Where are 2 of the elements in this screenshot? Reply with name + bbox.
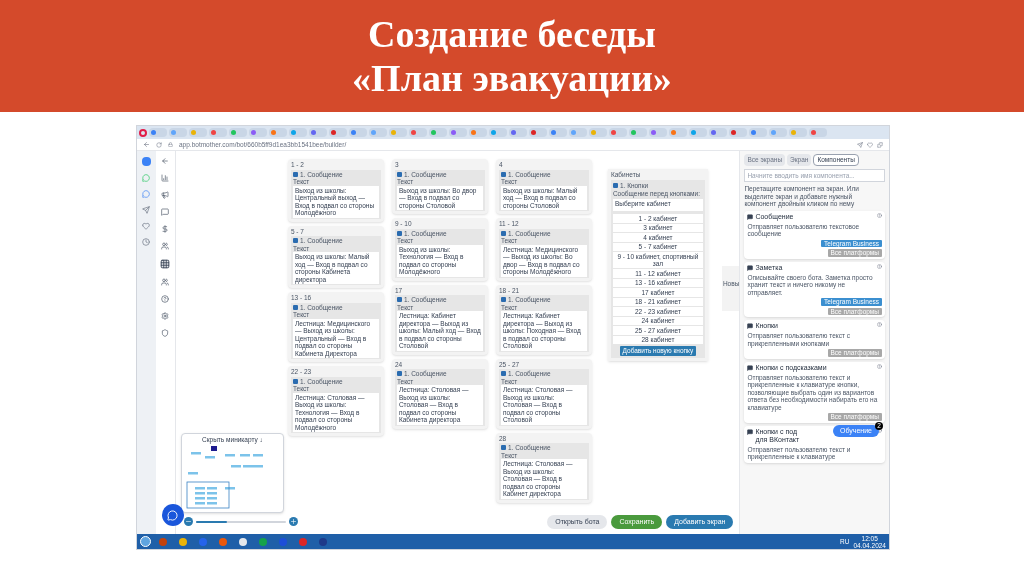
slide-title: «План эвакуации»: [352, 56, 672, 100]
slide-title: Создание беседы: [368, 12, 656, 56]
